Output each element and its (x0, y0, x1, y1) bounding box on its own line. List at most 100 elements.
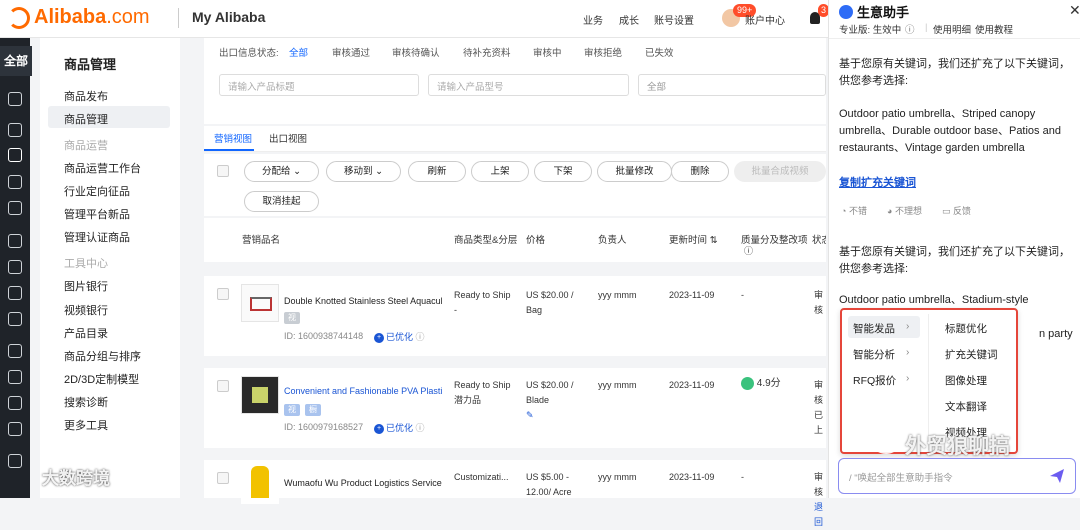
menu-expand-keywords[interactable]: 扩充关键词 (945, 347, 998, 362)
batch-edit-button[interactable]: 批量修改 (597, 161, 672, 182)
sidebar-item-video-bank[interactable]: 视频银行 (64, 302, 108, 318)
divider: | (925, 22, 928, 33)
broadcast-icon[interactable] (8, 234, 22, 248)
unpublish-button[interactable]: 下架 (534, 161, 592, 182)
watermark-left: 大数跨境 (42, 469, 110, 488)
publish-button[interactable]: 上架 (471, 161, 529, 182)
sidebar-item-grouping[interactable]: 商品分组与排序 (64, 348, 141, 364)
col-name: 营销品名 (242, 235, 281, 246)
status-expired[interactable]: 已失效 (645, 45, 674, 59)
col-updated[interactable]: 更新时间 ⇅ (669, 232, 718, 246)
row-checkbox[interactable] (217, 288, 229, 300)
product-id: ID: 1600938744148 (284, 331, 364, 341)
table-row: Convenient and Fashionable PVA Plastic 视… (204, 368, 826, 448)
sidebar-item-catalog[interactable]: 产品目录 (64, 325, 108, 341)
info-icon[interactable]: ⓘ (905, 22, 915, 36)
message-icon[interactable] (8, 286, 22, 300)
col-price: 价格 (526, 235, 546, 246)
status-all[interactable]: 全部 (289, 45, 308, 59)
tutorial-link[interactable]: 使用教程 (975, 22, 1013, 36)
optimized-status[interactable]: + 已优化 ⓘ (374, 421, 425, 434)
wallet-icon[interactable] (8, 422, 22, 436)
status-pending-confirm[interactable]: 审核待确认 (392, 45, 440, 59)
home-icon[interactable] (8, 92, 22, 106)
video-icon[interactable] (8, 175, 22, 189)
sidebar-item-search-diagnosis[interactable]: 搜索诊断 (64, 394, 108, 410)
title-search-input[interactable]: 请输入产品标题 (219, 74, 419, 96)
delete-button[interactable]: 删除 (671, 161, 729, 182)
close-icon[interactable]: ✕ (1069, 2, 1080, 19)
usage-details-link[interactable]: 使用明细 (933, 22, 971, 36)
nav-growth[interactable]: 成长 (619, 12, 639, 27)
sidebar-item-new-products[interactable]: 管理平台新品 (64, 206, 130, 222)
edit-icon[interactable]: ✎ (526, 408, 574, 423)
product-thumbnail[interactable] (241, 376, 279, 414)
sidebar-item-industry[interactable]: 行业定向征品 (64, 183, 130, 199)
all-menu-button[interactable]: 全部 (0, 46, 32, 76)
tab-marketing-view[interactable]: 营销视图 (214, 131, 252, 145)
users-icon[interactable] (8, 312, 22, 326)
sidebar-item-more-tools[interactable]: 更多工具 (64, 417, 108, 433)
action-toolbar: 分配给 ⌄ 移动到 ⌄ 刷新 上架 下架 批量修改 删除 批量合成视频 取消挂起 (204, 154, 826, 216)
shield-icon[interactable] (8, 454, 22, 468)
chart-icon[interactable] (8, 201, 22, 215)
sidebar-item-3d-model[interactable]: 2D/3D定制模型 (64, 371, 139, 387)
assistant-command-input[interactable]: / "唤起全部生意助手指令 (838, 458, 1076, 494)
menu-title-optimize[interactable]: 标题优化 (945, 321, 987, 336)
globe-icon[interactable] (8, 370, 22, 384)
alibaba-logo[interactable]: Alibaba .com (8, 6, 150, 29)
send-icon[interactable] (1049, 468, 1065, 484)
model-search-input[interactable]: 请输入产品型号 (428, 74, 629, 96)
menu-smart-publish[interactable]: 智能发品 (853, 321, 895, 336)
sidebar-item-image-bank[interactable]: 图片银行 (64, 278, 108, 294)
status-rejected[interactable]: 审核拒绝 (584, 45, 622, 59)
cancel-suspend-button[interactable]: 取消挂起 (244, 191, 319, 212)
product-name[interactable]: Double Knotted Stainless Steel Aquacultu… (284, 296, 442, 306)
category-select[interactable]: 全部 (638, 74, 826, 96)
product-icon[interactable] (8, 148, 22, 162)
command-placeholder: / "唤起全部生意助手指令 (849, 473, 953, 484)
status-need-info[interactable]: 待补充资料 (463, 45, 511, 59)
status-reviewing[interactable]: 审核中 (533, 45, 562, 59)
status-approved[interactable]: 审核通过 (332, 45, 370, 59)
row-checkbox[interactable] (217, 472, 229, 484)
product-price: US $20.00 /Blade ✎ (526, 378, 574, 423)
optimized-status[interactable]: + 已优化 ⓘ (374, 330, 425, 343)
chevron-right-icon: › (906, 347, 910, 358)
active-tab-indicator (204, 149, 254, 151)
product-updated: 2023-11-09 (669, 380, 715, 390)
dislike-button[interactable]: ◕ 不理想 (887, 204, 922, 217)
like-button[interactable]: ◔ 不错 (841, 204, 867, 217)
feedback-button[interactable]: ▭ 反馈 (942, 204, 971, 217)
row-checkbox[interactable] (217, 380, 229, 392)
sidebar-item-certified[interactable]: 管理认证商品 (64, 229, 130, 245)
sidebar-item-workbench[interactable]: 商品运营工作台 (64, 160, 141, 176)
sidebar-item-publish[interactable]: 商品发布 (64, 88, 108, 104)
menu-smart-analysis[interactable]: 智能分析 (853, 347, 895, 362)
menu-rfq-quote[interactable]: RFQ报价 (853, 373, 896, 388)
clipboard-icon[interactable] (8, 260, 22, 274)
menu-image-process[interactable]: 图像处理 (945, 373, 987, 388)
info-icon[interactable]: ⓘ (744, 244, 753, 257)
assign-to-button[interactable]: 分配给 ⌄ (244, 161, 319, 182)
thumbs-down-icon: ◕ (887, 206, 893, 216)
copy-keywords-link[interactable]: 复制扩充关键词 (839, 174, 916, 190)
product-price: US $5.00 -12.00/ Acre (526, 472, 572, 497)
nav-business[interactable]: 业务 (583, 12, 603, 27)
menu-text-translate[interactable]: 文本翻译 (945, 399, 987, 414)
document-icon[interactable] (8, 344, 22, 358)
tab-export-view[interactable]: 出口视图 (269, 131, 307, 145)
store-icon[interactable] (8, 123, 22, 137)
nav-account-center[interactable]: 账户中心 (745, 12, 785, 27)
sidebar-item-manage[interactable]: 商品管理 (64, 111, 108, 127)
refresh-button[interactable]: 刷新 (408, 161, 466, 182)
product-name[interactable]: Convenient and Fashionable PVA Plastic (284, 386, 442, 396)
nav-account-settings[interactable]: 账号设置 (654, 12, 694, 27)
select-all-checkbox[interactable] (217, 165, 229, 177)
product-thumbnail[interactable] (241, 284, 279, 322)
optimized-icon: + (374, 332, 384, 343)
ship-icon[interactable] (8, 396, 22, 410)
move-to-button[interactable]: 移动到 ⌄ (326, 161, 401, 182)
product-name[interactable]: Wumaofu Wu Product Logistics Service (284, 478, 442, 488)
product-thumbnail[interactable] (241, 466, 279, 504)
